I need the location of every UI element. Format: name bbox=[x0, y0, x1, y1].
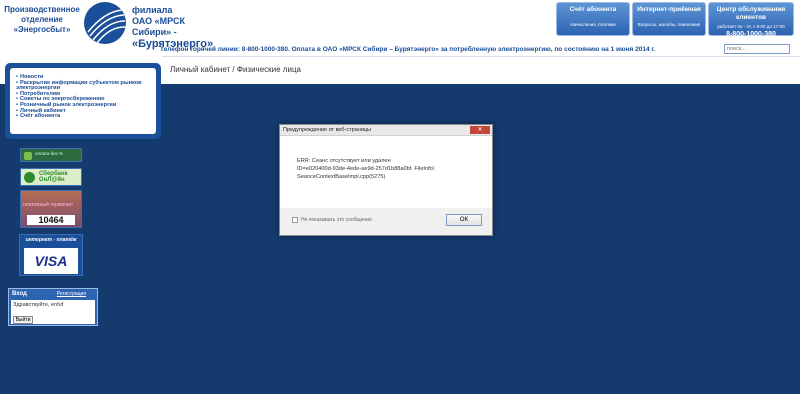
checkbox-icon[interactable] bbox=[292, 217, 298, 223]
sidebar-menu-panel: Новости Раскрытие информации субъектом р… bbox=[10, 68, 156, 134]
dialog-message: ERR: Сеанс отсутствует или удален ID=e02… bbox=[280, 136, 492, 208]
dialog-footer: Не показывать это сообщение. ОК bbox=[280, 208, 492, 235]
search-input[interactable] bbox=[724, 44, 790, 54]
payment-icon bbox=[24, 152, 32, 160]
brand-right-line: филиала bbox=[132, 5, 173, 15]
service-phone: 8-800-1000-380 bbox=[726, 31, 776, 38]
banner-text: Сбербанк ОнЛ@йн bbox=[39, 171, 68, 183]
checkbox-label: Не показывать это сообщение. bbox=[301, 217, 374, 223]
button-subtitle: Вопросы, жалобы, пожелания bbox=[637, 22, 701, 27]
site-header: Производственное отделение «Энергосбыт» … bbox=[0, 0, 800, 56]
customer-service-button[interactable]: Центр обслуживания клиентов работает пн … bbox=[708, 2, 794, 38]
banner-text: интернет - платёж bbox=[25, 237, 77, 243]
dialog-message-line: ERR: Сеанс отсутствует или удален bbox=[297, 158, 391, 164]
login-header: Вход Регистрация bbox=[9, 289, 97, 300]
logout-button[interactable]: Выйти bbox=[13, 316, 33, 324]
banner-line: ОнЛ@йн bbox=[39, 177, 65, 183]
login-box: Вход Регистрация Здравствуйте, enfuf Вый… bbox=[8, 288, 98, 326]
button-title: Счёт абонента bbox=[569, 6, 617, 13]
visa-banner[interactable]: интернет - платёж VISA bbox=[19, 234, 83, 276]
internet-reception-button[interactable]: Интернет-приёмная Вопросы, жалобы, пожел… bbox=[632, 2, 706, 36]
dialog-message-line: ID=e020400d-93de-4ede-ae9d-257d1b88a0bf.… bbox=[297, 166, 435, 172]
brand-right-line: ОАО «МРСК Сибири» - bbox=[132, 16, 185, 37]
ok-button[interactable]: ОК bbox=[446, 214, 482, 226]
top-nav-buttons: Счёт абонента Начисления, платежи Интерн… bbox=[556, 2, 794, 38]
button-subtitle: работает пн - пт, с 8-00 до 17-00 bbox=[717, 24, 785, 29]
brand-left-line: Производственное bbox=[4, 5, 80, 14]
sberbank-banner[interactable]: Сбербанк ОнЛ@йн bbox=[20, 168, 82, 186]
button-title: Интернет-приёмная bbox=[637, 6, 701, 13]
brand-left-line: отделение bbox=[21, 15, 63, 24]
button-title: Центр обслуживания клиентов bbox=[716, 6, 786, 21]
button-subtitle: Начисления, платежи bbox=[570, 22, 616, 27]
sidebar-item-subscriber-account[interactable]: Счёт абонента bbox=[16, 114, 150, 120]
brand-left-line: «Энергосбыт» bbox=[13, 25, 71, 34]
terminal-banner[interactable]: платежный терминал 10464 bbox=[20, 190, 82, 228]
suppress-checkbox[interactable]: Не показывать это сообщение. bbox=[292, 217, 373, 223]
register-link[interactable]: Регистрация bbox=[57, 291, 86, 298]
sberbank-logo-icon bbox=[24, 172, 35, 183]
dialog-message-line: SeanceContextBaseImpl.cpp(5275) bbox=[297, 174, 386, 180]
close-icon[interactable]: ✕ bbox=[470, 126, 490, 134]
login-body: Здравствуйте, enfuf Выйти bbox=[11, 300, 95, 324]
company-logo-icon[interactable] bbox=[84, 2, 126, 44]
hotline-text: Телефон горячей линии: 8-800-1000-380. О… bbox=[160, 46, 656, 53]
banner-text: платежный терминал bbox=[23, 202, 73, 208]
terminal-number: 10464 bbox=[27, 215, 75, 225]
account-balance-button[interactable]: Счёт абонента Начисления, платежи bbox=[556, 2, 630, 36]
brand-left: Производственное отделение «Энергосбыт» bbox=[4, 5, 80, 35]
dialog-titlebar: Предупреждение от веб-страницы ✕ bbox=[280, 125, 492, 136]
breadcrumb-bar: Личный кабинет / Физические лица bbox=[162, 56, 800, 84]
sidebar-menu: Новости Раскрытие информации субъектом р… bbox=[5, 63, 161, 139]
brand-right: филиала ОАО «МРСК Сибири» - «Бурятэнерго… bbox=[132, 5, 214, 51]
payment-banner[interactable]: оплата без % bbox=[20, 148, 82, 162]
dialog-title: Предупреждение от веб-страницы bbox=[283, 127, 372, 133]
breadcrumb: Личный кабинет / Физические лица bbox=[170, 65, 301, 74]
alert-dialog: Предупреждение от веб-страницы ✕ ERR: Се… bbox=[279, 124, 493, 236]
visa-logo-icon: VISA bbox=[24, 248, 78, 274]
login-title: Вход bbox=[12, 291, 27, 297]
user-greeting: Здравствуйте, enfuf bbox=[13, 302, 64, 308]
